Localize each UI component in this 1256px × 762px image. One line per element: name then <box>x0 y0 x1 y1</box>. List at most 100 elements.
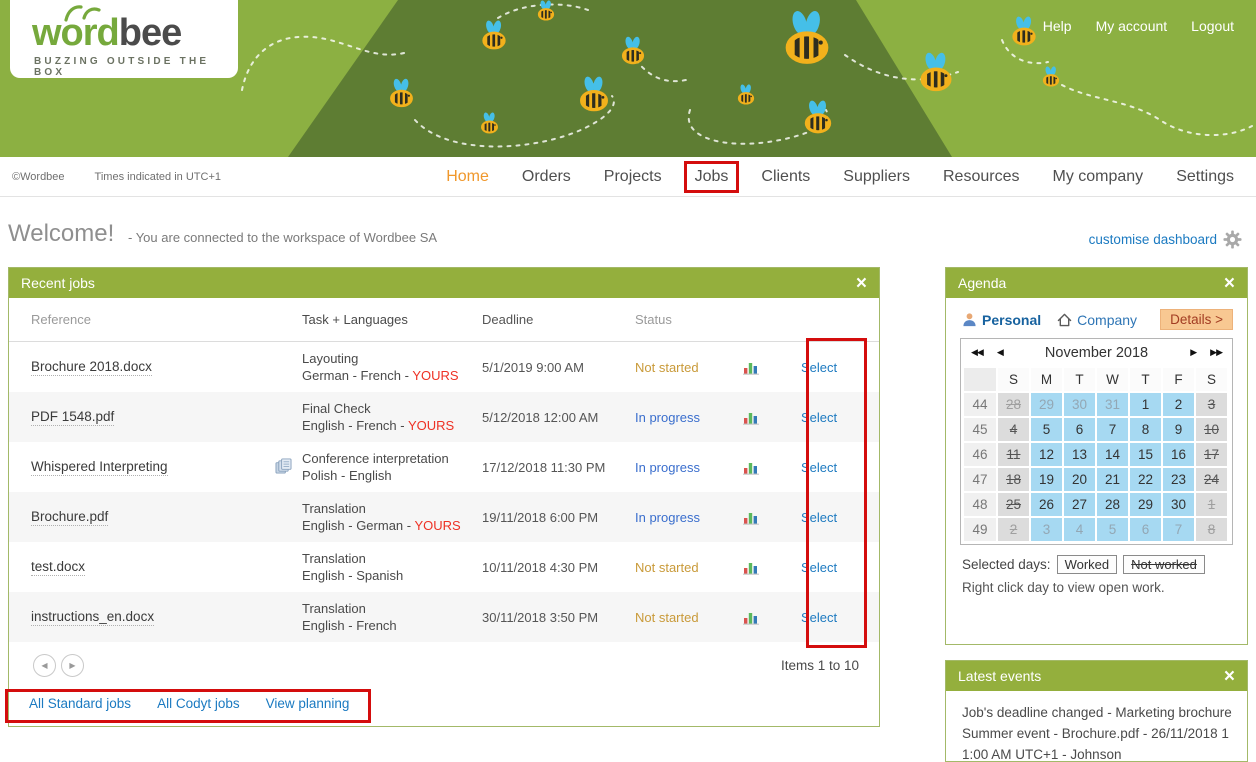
calendar-day[interactable]: 6 <box>1130 518 1161 541</box>
calendar-day[interactable]: 9 <box>1163 418 1194 441</box>
calendar-day[interactable]: 24 <box>1196 468 1227 491</box>
calendar-day[interactable]: 7 <box>1097 418 1128 441</box>
next-year-icon[interactable]: ▶▶ <box>1210 347 1222 358</box>
calendar-day[interactable]: 29 <box>1130 493 1161 516</box>
calendar-day[interactable]: 4 <box>998 418 1029 441</box>
calendar-day[interactable]: 14 <box>1097 443 1128 466</box>
calendar-day[interactable]: 25 <box>998 493 1029 516</box>
select-link[interactable]: Select <box>801 610 837 625</box>
calendar-day[interactable]: 28 <box>1097 493 1128 516</box>
page-prev-button[interactable]: ◀ <box>33 654 56 677</box>
calendar-day[interactable]: 17 <box>1196 443 1227 466</box>
calendar-day[interactable]: 31 <box>1097 393 1128 416</box>
jobs-link-all-codyt-jobs[interactable]: All Codyt jobs <box>157 696 240 711</box>
calendar-day[interactable]: 30 <box>1064 393 1095 416</box>
select-link[interactable]: Select <box>801 410 837 425</box>
calendar-day[interactable]: 12 <box>1031 443 1062 466</box>
bee-icon <box>915 52 957 97</box>
calendar-day[interactable]: 27 <box>1064 493 1095 516</box>
wordbee-logo[interactable]: wordbee BUZZING OUTSIDE THE BOX <box>10 0 238 78</box>
nav-item-projects[interactable]: Projects <box>604 168 662 186</box>
calendar-day[interactable]: 4 <box>1064 518 1095 541</box>
prev-year-icon[interactable]: ◀◀ <box>971 347 983 358</box>
calendar-day[interactable]: 1 <box>1130 393 1161 416</box>
task-languages: English - French - YOURS <box>302 417 482 434</box>
close-icon[interactable]: × <box>856 274 867 293</box>
status-chart-icon[interactable] <box>725 360 777 375</box>
next-month-icon[interactable]: ▶ <box>1190 347 1196 358</box>
gear-icon[interactable] <box>1223 230 1242 249</box>
calendar-day[interactable]: 2 <box>1163 393 1194 416</box>
calendar-day[interactable]: 29 <box>1031 393 1062 416</box>
job-reference-link[interactable]: test.docx <box>31 559 85 576</box>
job-reference-link[interactable]: PDF 1548.pdf <box>31 409 114 426</box>
calendar-day[interactable]: 19 <box>1031 468 1062 491</box>
status-chart-icon[interactable] <box>725 610 777 625</box>
calendar-day[interactable]: 21 <box>1097 468 1128 491</box>
calendar-day[interactable]: 10 <box>1196 418 1227 441</box>
calendar-day[interactable]: 1 <box>1196 493 1227 516</box>
close-icon[interactable]: × <box>1224 667 1235 686</box>
jobs-link-all-standard-jobs[interactable]: All Standard jobs <box>29 696 131 711</box>
nav-item-home[interactable]: Home <box>446 168 489 186</box>
calendar-day[interactable]: 5 <box>1097 518 1128 541</box>
calendar-day[interactable]: 28 <box>998 393 1029 416</box>
calendar-day[interactable]: 30 <box>1163 493 1194 516</box>
select-link[interactable]: Select <box>801 560 837 575</box>
status-chart-icon[interactable] <box>725 410 777 425</box>
calendar-day[interactable]: 2 <box>998 518 1029 541</box>
job-reference-link[interactable]: Brochure 2018.docx <box>31 359 152 376</box>
job-reference-link[interactable]: Brochure.pdf <box>31 509 108 526</box>
jobs-link-view-planning[interactable]: View planning <box>266 696 350 711</box>
details-button[interactable]: Details > <box>1160 309 1233 330</box>
nav-item-clients[interactable]: Clients <box>761 168 810 186</box>
nav-item-settings[interactable]: Settings <box>1176 168 1234 186</box>
latest-events-header: Latest events × <box>946 661 1247 691</box>
tab-personal[interactable]: Personal <box>962 312 1041 328</box>
status-chart-icon[interactable] <box>725 460 777 475</box>
calendar-day[interactable]: 15 <box>1130 443 1161 466</box>
calendar-day[interactable]: 22 <box>1130 468 1161 491</box>
header-link-help[interactable]: Help <box>1043 18 1072 34</box>
task-name: Final Check <box>302 400 482 417</box>
bee-icon <box>478 20 510 55</box>
job-reference-link[interactable]: instructions_en.docx <box>31 609 154 626</box>
calendar: ◀◀ ◀ November 2018 ▶ ▶▶ SMTWTFS442829303… <box>960 338 1233 545</box>
page-next-button[interactable]: ▶ <box>61 654 84 677</box>
nav-item-my-company[interactable]: My company <box>1052 168 1143 186</box>
calendar-day[interactable]: 11 <box>998 443 1029 466</box>
calendar-day[interactable]: 18 <box>998 468 1029 491</box>
calendar-day[interactable]: 20 <box>1064 468 1095 491</box>
customise-dashboard-link[interactable]: customise dashboard <box>1089 230 1242 249</box>
copyright-label: ©Wordbee <box>12 171 65 183</box>
close-icon[interactable]: × <box>1224 274 1235 293</box>
calendar-day[interactable]: 8 <box>1196 518 1227 541</box>
select-link[interactable]: Select <box>801 360 837 375</box>
calendar-day[interactable]: 23 <box>1163 468 1194 491</box>
select-link[interactable]: Select <box>801 460 837 475</box>
select-link[interactable]: Select <box>801 510 837 525</box>
nav-item-orders[interactable]: Orders <box>522 168 571 186</box>
status-chart-icon[interactable] <box>725 510 777 525</box>
calendar-day[interactable]: 26 <box>1031 493 1062 516</box>
nav-item-jobs[interactable]: Jobs <box>684 161 740 193</box>
customise-dashboard-label[interactable]: customise dashboard <box>1089 232 1217 247</box>
calendar-day[interactable]: 3 <box>1196 393 1227 416</box>
nav-item-resources[interactable]: Resources <box>943 168 1019 186</box>
agenda-title: Agenda <box>958 275 1006 291</box>
calendar-day[interactable]: 7 <box>1163 518 1194 541</box>
header-link-logout[interactable]: Logout <box>1191 18 1234 34</box>
calendar-day[interactable]: 8 <box>1130 418 1161 441</box>
job-reference-link[interactable]: Whispered Interpreting <box>31 459 168 476</box>
calendar-day[interactable]: 5 <box>1031 418 1062 441</box>
nav-item-suppliers[interactable]: Suppliers <box>843 168 910 186</box>
calendar-day[interactable]: 6 <box>1064 418 1095 441</box>
calendar-day[interactable]: 13 <box>1064 443 1095 466</box>
legend-label: Selected days: <box>962 557 1051 572</box>
table-row: instructions_en.docx Translation English… <box>9 592 879 642</box>
header-link-my-account[interactable]: My account <box>1096 18 1168 34</box>
tab-company[interactable]: Company <box>1057 312 1137 328</box>
calendar-day[interactable]: 3 <box>1031 518 1062 541</box>
status-chart-icon[interactable] <box>725 560 777 575</box>
calendar-day[interactable]: 16 <box>1163 443 1194 466</box>
